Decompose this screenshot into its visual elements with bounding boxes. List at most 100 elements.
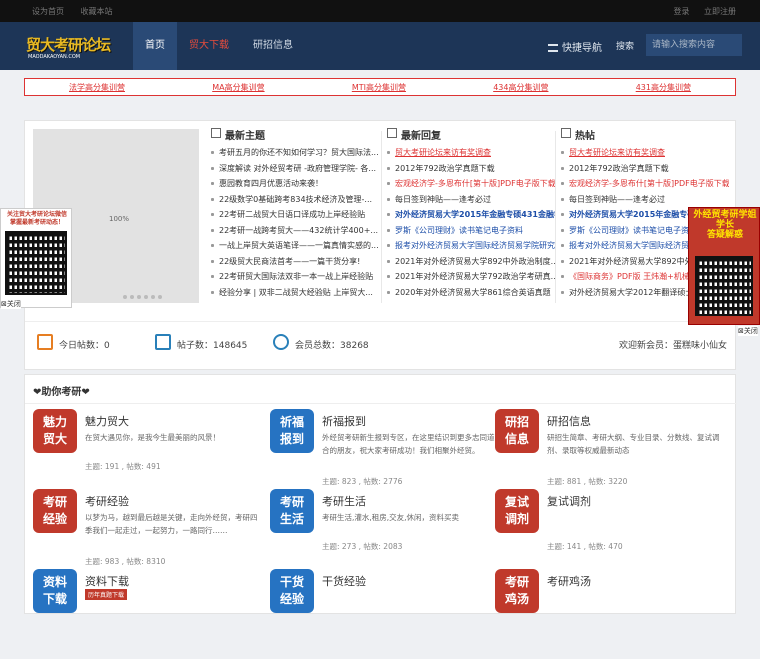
forum-counts: 主题: 881 , 帖数: 3220 [547,477,628,486]
list-item[interactable]: 贸大考研论坛来访有奖调查 [387,147,555,163]
list-item[interactable]: 2012年792政治学真题下载 [387,163,555,179]
ad-link-law[interactable]: 法学高分集训营 [69,82,125,93]
list-icon [561,128,571,138]
forum-icon[interactable]: 干货 经验 [270,569,314,613]
forum-name[interactable]: 祈福报到 [322,413,366,429]
forum-icon[interactable]: 考研 生活 [270,489,314,533]
forum-icon[interactable]: 魅力 贸大 [33,409,77,453]
quick-nav-button[interactable]: 快捷导航 [548,39,602,54]
forum-name[interactable]: 复试调剂 [547,493,591,509]
forum-card[interactable]: 祈福 报到 祈福报到 外经贸考研新生报到专区，在这里结识到更多志同道合的朋友，祝大家… [270,409,500,499]
welcome-user-link[interactable]: 蛋糕味小仙女 [673,341,727,351]
section-title: ❤助你考研❤ [33,387,90,398]
forum-topic-count: 主题: 823 [322,477,357,486]
forum-name[interactable]: 研招信息 [547,413,591,429]
set-homepage-link[interactable]: 设为首页 [32,7,64,16]
forum-card[interactable]: 干货 经验 干货经验 [270,569,500,659]
forum-name[interactable]: 魅力贸大 [85,413,129,429]
list-item[interactable]: 宏观经济学-多恩布什[第十版]PDF电子版下载 [387,178,555,194]
quick-nav-label: 快捷导航 [562,43,602,54]
list-item[interactable]: 一战上岸贸大英语笔译——一篇真情实感的... [211,240,379,256]
list-item[interactable]: 22考研二战贸大日语口译成功上岸经验贴 [211,209,379,225]
forum-description: 研招生简章、考研大纲、专业目录、分数线、复试调剂、录取等权威最新动态 [547,433,720,455]
forum-post-count: 帖数: 3220 [588,477,628,486]
forum-icon[interactable]: 复试 调剂 [495,489,539,533]
slider-dots[interactable] [123,295,162,299]
forum-icon[interactable]: 资料 下载 [33,569,77,613]
forum-card[interactable]: 考研 生活 考研生活 考研生活,灌水,租房,交友,休闲，资料买卖 主题: 273 , … [270,489,500,579]
forum-topic-count: 主题: 191 [85,462,120,471]
nav-downloads[interactable]: 贸大下载 [177,22,241,70]
menu-icon [548,44,558,52]
nav-admissions[interactable]: 研招信息 [241,22,305,70]
forum-name[interactable]: 资料下载 [85,573,129,589]
logo-text: 贸大考研论坛 [26,36,111,54]
list-item[interactable]: 22级数学0基础跨考834技术经济及管理-... [211,194,379,210]
site-logo[interactable]: 贸大考研论坛 MAODAKAOYAN.COM [26,32,126,62]
stat-members-label: 会员总数： [295,341,341,351]
list-item[interactable]: 22考研一战跨考贸大——432统计学400+... [211,225,379,241]
forum-card[interactable]: 研招 信息 研招信息研招生简章、考研大纲、专业目录、分数线、复试调剂、录取等权威最… [495,409,725,499]
bookmark-link[interactable]: 收藏本站 [81,7,113,16]
forum-name[interactable]: 干货经验 [322,573,366,589]
forum-card[interactable]: 考研 经验 考研经验 以梦为马，越到最后越是关键，走向外经贸，考研四季我们一起走过，… [33,489,263,579]
forum-card[interactable]: 复试 调剂 复试调剂 主题: 141 , 帖数: 470 [495,489,725,579]
search-type-select[interactable]: 搜索 [616,39,634,52]
forum-description: 考研生活,灌水,租房,交友,休闲，资料买卖 [322,513,460,522]
forum-icon[interactable]: 考研 鸡汤 [495,569,539,613]
welcome-new-member: 欢迎新会员：蛋糕味小仙女 [619,338,727,351]
divider [381,131,382,303]
forum-name[interactable]: 考研生活 [322,493,366,509]
forum-name[interactable]: 考研鸡汤 [547,573,591,589]
list-item[interactable]: 2020年对外经济贸易大学861综合英语真题 [387,287,555,303]
forum-card[interactable]: 魅力 贸大 魅力贸大 在贸大遇见你，是我今生最美丽的风景！ 主题: 191 , 帖数:… [33,409,263,499]
stat-members: 会员总数：38268 [273,334,369,351]
document-icon [155,334,171,350]
list-item[interactable]: 考研五月的你还不知如何学习？贸大国际法... [211,147,379,163]
divider [555,131,556,303]
list-item[interactable]: 罗斯《公司理财》读书笔记电子资料 [387,225,555,241]
forum-card[interactable]: 考研 鸡汤 考研鸡汤 [495,569,725,659]
list-item[interactable]: 2021年对外经济贸易大学792政治学考研真... [387,271,555,287]
logo-subtext: MAODAKAOYAN.COM [28,54,81,60]
forum-topic-count: 主题: 273 [322,542,357,551]
stat-posts: 帖子数：148645 [155,334,247,351]
login-link[interactable]: 登录 [673,7,689,16]
stat-members-value: 38268 [340,341,369,351]
list-item[interactable]: 惠园教育四月优惠活动来袭！ [211,178,379,194]
ad-link-ma[interactable]: MA高分集训营 [212,82,264,93]
user-icon [273,334,289,350]
close-label: 关闭 [6,300,21,308]
list-item[interactable]: 深度解读 对外经贸考研 -政府管理学院- 各... [211,163,379,179]
register-link[interactable]: 立即注册 [704,7,736,16]
list-item[interactable]: 宏观经济学-多恩布什[第十版]PDF电子版下载 [561,178,729,194]
forum-tag[interactable]: 历年真题下载 [85,589,128,600]
list-item[interactable]: 报考对外经济贸易大学国际经济贸易学院研究生... [387,240,555,256]
forum-section: ❤助你考研❤ 魅力 贸大 魅力贸大在贸大遇见你，是我今生最美丽的风景！ 主题: 19… [24,374,737,614]
ad-link-mti[interactable]: MTI高分集训营 [352,82,406,93]
forum-icon[interactable]: 考研 经验 [33,489,77,533]
list-item[interactable]: 对外经济贸易大学2015年金融专硕431金融学... [387,209,555,225]
forum-name[interactable]: 考研经验 [85,493,129,509]
forum-description: 在贸大遇见你，是我今生最美丽的风景！ [85,433,220,442]
forum-counts: 主题: 823 , 帖数: 2776 [322,477,403,486]
ad-link-431[interactable]: 431高分集训营 [636,82,691,93]
close-float-left-button[interactable]: ⊠关闭 [1,299,21,309]
forum-card[interactable]: 资料 下载 资料下载 历年真题下载 [33,569,263,659]
list-item[interactable]: 经验分享 | 双非二战贸大经验贴 上岸贸大... [211,287,379,303]
list-item[interactable]: 2012年792政治学真题下载 [561,163,729,179]
forum-icon[interactable]: 研招 信息 [495,409,539,453]
forum-icon[interactable]: 祈福 报到 [270,409,314,453]
list-item[interactable]: 每日签到神贴——逢考必过 [387,194,555,210]
list-item[interactable]: 22考研贸大国际法双非一本一战上岸经验贴 [211,271,379,287]
search-input[interactable] [646,34,742,56]
nav-home[interactable]: 首页 [133,22,177,70]
forum-post-count: 帖数: 2083 [363,542,403,551]
list-item[interactable]: 22级贸大民商法首考——一篇干货分享! [211,256,379,272]
ad-link-434[interactable]: 434高分集训营 [493,82,548,93]
list-item[interactable]: 贸大考研论坛来访有奖调查 [561,147,729,163]
ad-banner-bar: 法学高分集训营 MA高分集训营 MTI高分集训营 434高分集训营 431高分集… [24,78,736,96]
portal-main: 100% 最新主题 考研五月的你还不知如何学习？贸大国际法... 深度解读 对外经… [24,120,737,370]
list-item[interactable]: 2021年对外经济贸易大学892中外政治制度... [387,256,555,272]
close-float-right-button[interactable]: ⊠关闭 [738,326,758,336]
